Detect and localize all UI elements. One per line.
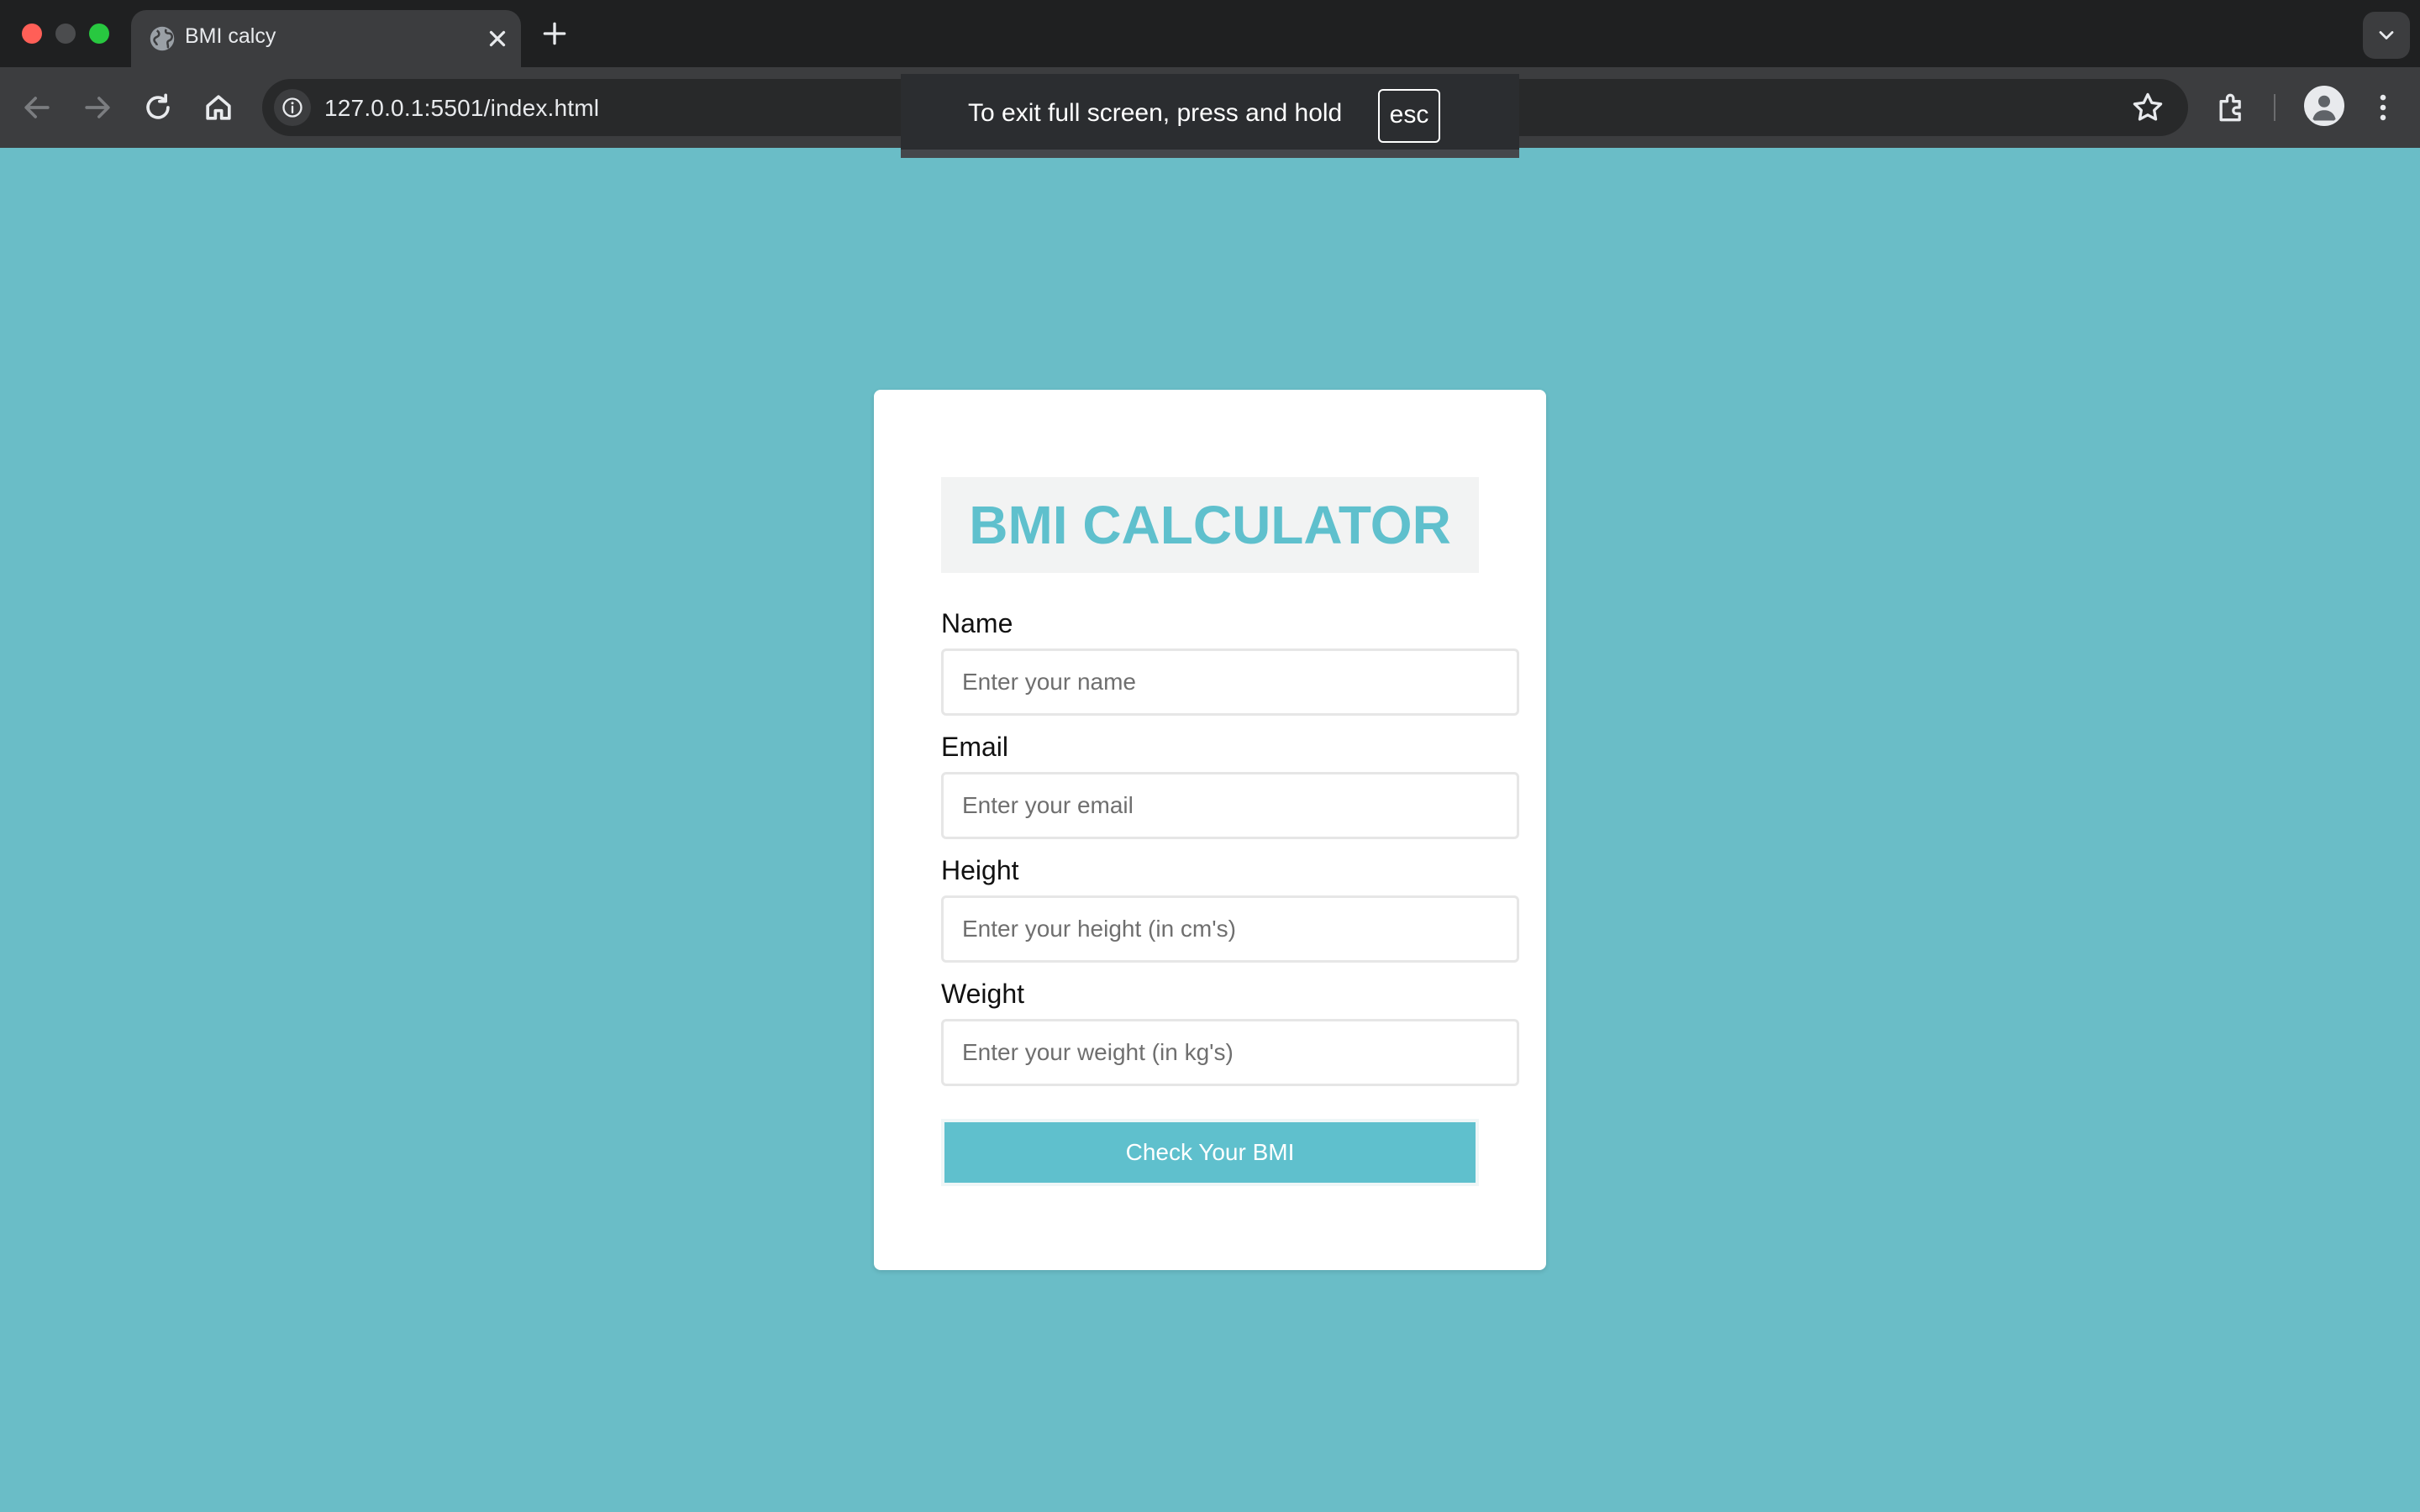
weight-input[interactable]	[941, 1019, 1519, 1086]
url-text: 127.0.0.1:5501/index.html	[324, 95, 600, 121]
profile-picture-icon	[2307, 88, 2342, 123]
chevron-down-icon	[2379, 31, 2394, 39]
window-close-button[interactable]	[22, 24, 42, 44]
height-label: Height	[941, 855, 1019, 885]
back-arrow-icon[interactable]	[18, 89, 55, 126]
tab-search-button[interactable]	[2363, 12, 2410, 59]
new-tab-icon[interactable]	[538, 17, 571, 50]
site-info-button[interactable]	[274, 89, 311, 126]
name-label: Name	[941, 608, 1013, 638]
star-icon[interactable]	[2129, 89, 2166, 126]
bmi-form-card: BMI CALCULATOR Name Email Height Weight …	[874, 390, 1546, 1270]
forward-arrow-icon[interactable]	[79, 89, 116, 126]
more-options-icon[interactable]	[2365, 89, 2402, 126]
weight-label: Weight	[941, 979, 1025, 1009]
toolbar-divider	[2274, 94, 2275, 121]
email-input[interactable]	[941, 772, 1519, 839]
reload-icon[interactable]	[139, 89, 176, 126]
tab-title: BMI calcy	[185, 24, 276, 48]
esc-key-badge: esc	[1378, 89, 1440, 143]
page-title: BMI CALCULATOR	[969, 495, 1451, 555]
fullscreen-notice-text: To exit full screen, press and hold	[968, 99, 1343, 127]
browser-tab[interactable]: BMI calcy	[131, 10, 521, 67]
info-icon	[282, 97, 302, 118]
close-icon[interactable]	[482, 24, 513, 54]
check-bmi-button[interactable]: Check Your BMI	[941, 1119, 1479, 1186]
extensions-icon[interactable]	[2213, 89, 2250, 126]
window-minimize-button[interactable]	[55, 24, 76, 44]
email-label: Email	[941, 732, 1009, 762]
globe-icon	[150, 26, 175, 51]
window-maximize-button[interactable]	[89, 24, 109, 44]
name-input[interactable]	[941, 648, 1519, 716]
home-icon[interactable]	[200, 89, 237, 126]
profile-avatar[interactable]	[2304, 86, 2344, 126]
height-input[interactable]	[941, 895, 1519, 963]
fullscreen-notification: To exit full screen, press and hold esc	[901, 74, 1519, 158]
title-banner: BMI CALCULATOR	[941, 477, 1479, 573]
browser-tabstrip: BMI calcy	[0, 0, 2420, 67]
